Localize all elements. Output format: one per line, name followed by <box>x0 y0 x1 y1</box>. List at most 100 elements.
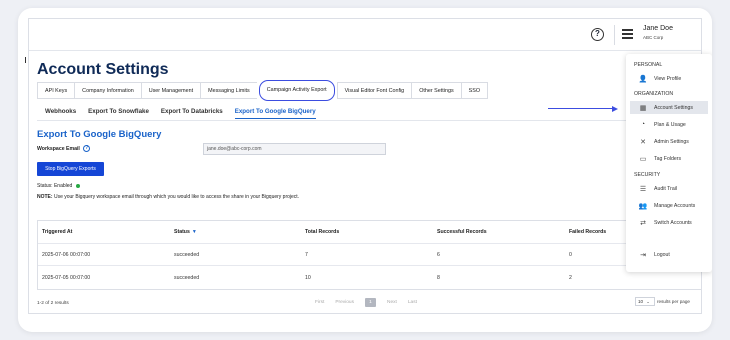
user-company: ABC Corp <box>643 35 664 40</box>
subtab-google-bigquery[interactable]: Export To Google BigQuery <box>234 108 316 119</box>
menu-item-label: Tag Folders <box>654 155 682 162</box>
menu-section-personal: PERSONAL <box>634 62 663 68</box>
menu-item-label: Audit Trail <box>654 185 678 192</box>
menu-item-tag-folders[interactable]: ▭ Tag Folders <box>630 152 708 165</box>
cell-successful-records: 6 <box>437 251 440 258</box>
subtab-snowflake[interactable]: Export To Snowflake <box>88 108 149 119</box>
cell-total-records: 10 <box>305 274 311 281</box>
menu-item-audit-trail[interactable]: ☰ Audit Trail <box>630 182 708 195</box>
menu-section-organization: ORGANIZATION <box>634 91 674 97</box>
menu-item-label: Plan & Usage <box>654 121 686 128</box>
menu-item-label: Switch Accounts <box>654 219 692 226</box>
column-header-triggered-at[interactable]: Triggered At <box>42 221 72 243</box>
menu-item-label: View Profile <box>654 75 682 82</box>
tab-api-keys[interactable]: API Keys <box>37 82 75 99</box>
cell-failed-records: 0 <box>569 251 572 258</box>
menu-section-security: SECURITY <box>634 172 661 178</box>
stop-bigquery-exports-button[interactable]: Stop BigQuery Exports <box>37 162 104 176</box>
chevron-down-icon: ⌄ <box>646 299 650 304</box>
tab-messaging-limits[interactable]: Messaging Limits <box>200 82 257 99</box>
column-header-status[interactable]: Status ▼ <box>174 221 197 243</box>
tab-visual-editor-font-config[interactable]: Visual Editor Font Config <box>336 82 412 99</box>
tab-other-settings[interactable]: Other Settings <box>411 82 461 99</box>
menu-item-logout[interactable]: ⇥ Logout <box>630 248 708 261</box>
tab-campaign-activity-export[interactable]: Campaign Activity Export <box>258 80 335 101</box>
top-bar: ? Jane Doe ABC Corp <box>29 19 701 51</box>
first-page-link[interactable]: First <box>315 300 324 305</box>
status-indicator-dot <box>75 183 80 188</box>
user-name[interactable]: Jane Doe <box>643 25 673 32</box>
annotation-arrow <box>548 108 614 110</box>
table-header-row: Triggered At Status ▼ Total Records Succ… <box>38 221 701 244</box>
subtab-databricks[interactable]: Export To Databricks <box>161 108 223 119</box>
results-range: 1-2 of 2 results <box>37 301 69 306</box>
per-page-control: 10 ⌄ results per page <box>635 297 690 306</box>
table-row: 2025-07-06 00:07:00 succeeded 7 6 0 <box>38 244 701 266</box>
menu-item-plan-usage[interactable]: ◔ Plan & Usage <box>630 118 708 131</box>
pagination: First Previous 1 Next Last <box>315 298 417 307</box>
divider <box>614 25 615 45</box>
building-icon: ▦ <box>639 104 647 112</box>
help-icon[interactable]: ? <box>591 28 604 41</box>
tools-icon: ✕ <box>640 138 646 146</box>
tab-user-management[interactable]: User Management <box>140 82 201 99</box>
note-label: NOTE: <box>37 194 53 200</box>
status-label: Status: <box>37 183 53 189</box>
column-header-successful-records[interactable]: Successful Records <box>437 221 487 243</box>
subtabs-divider <box>37 120 629 121</box>
menu-item-manage-accounts[interactable]: 👥 Manage Accounts <box>630 199 708 212</box>
workspace-email-label: Workspace Email ? <box>37 145 91 152</box>
workspace-email-label-text: Workspace Email <box>37 145 80 152</box>
edge-tick <box>25 57 26 63</box>
status-value: Enabled <box>53 183 73 189</box>
per-page-label: results per page <box>657 299 690 304</box>
menu-item-label: Logout <box>654 251 670 258</box>
user-icon: 👤 <box>638 75 648 83</box>
column-header-status-label: Status <box>174 229 190 235</box>
last-page-link[interactable]: Last <box>408 300 417 305</box>
note: NOTE: Use your Bigquery workspace email … <box>37 194 299 200</box>
export-history-table: Triggered At Status ▼ Total Records Succ… <box>37 220 701 290</box>
tab-company-information[interactable]: Company Information <box>74 82 141 99</box>
cell-triggered-at: 2025-07-05 00:07:00 <box>42 274 91 281</box>
table-row: 2025-07-05 00:07:00 succeeded 10 8 2 <box>38 266 701 289</box>
column-header-failed-records[interactable]: Failed Records <box>569 221 606 243</box>
menu-item-admin-settings[interactable]: ✕ Admin Settings <box>630 135 708 148</box>
menu-item-label: Admin Settings <box>654 138 689 145</box>
per-page-value: 10 <box>638 299 644 304</box>
column-header-total-records[interactable]: Total Records <box>305 221 339 243</box>
next-page-link[interactable]: Next <box>387 300 397 305</box>
per-page-select[interactable]: 10 ⌄ <box>635 297 655 306</box>
cell-triggered-at: 2025-07-06 00:07:00 <box>42 251 91 258</box>
menu-item-view-profile[interactable]: 👤 View Profile <box>630 72 708 85</box>
annotation-arrow-head <box>612 105 618 112</box>
subtab-webhooks[interactable]: Webhooks <box>45 108 76 119</box>
sort-down-icon[interactable]: ▼ <box>192 229 197 235</box>
export-subtabs: Webhooks Export To Snowflake Export To D… <box>45 108 316 119</box>
cell-status: succeeded <box>174 251 200 258</box>
logout-icon: ⇥ <box>640 251 646 259</box>
folder-icon: ▭ <box>639 155 647 163</box>
menu-item-switch-accounts[interactable]: ⇄ Switch Accounts <box>630 216 708 229</box>
info-icon[interactable]: ? <box>83 145 91 152</box>
page-title: Account Settings <box>37 61 169 78</box>
user-dropdown-menu: PERSONAL 👤 View Profile ORGANIZATION ▦ A… <box>626 54 712 272</box>
cell-status: succeeded <box>174 274 200 281</box>
export-status: Status: Enabled <box>37 183 80 189</box>
section-title: Export To Google BigQuery <box>37 129 162 140</box>
cell-successful-records: 8 <box>437 274 440 281</box>
hamburger-icon[interactable] <box>622 29 633 39</box>
workspace-email-field[interactable]: jane.doe@abc-corp.com <box>203 143 386 155</box>
menu-item-account-settings[interactable]: ▦ Account Settings <box>630 101 708 114</box>
cell-failed-records: 2 <box>569 274 572 281</box>
audit-list-icon: ☰ <box>639 185 647 193</box>
current-page-button[interactable]: 1 <box>365 298 376 307</box>
users-icon: 👥 <box>638 202 648 210</box>
screenshot-frame: ? Jane Doe ABC Corp Account Settings API… <box>18 8 712 332</box>
previous-page-link[interactable]: Previous <box>335 300 354 305</box>
settings-tabs: API Keys Company Information User Manage… <box>37 80 489 102</box>
tab-sso[interactable]: SSO <box>460 82 489 99</box>
switch-arrows-icon: ⇄ <box>640 219 646 227</box>
note-text: Use your Bigquery workspace email throug… <box>53 194 300 200</box>
gauge-icon: ◔ <box>640 121 646 128</box>
